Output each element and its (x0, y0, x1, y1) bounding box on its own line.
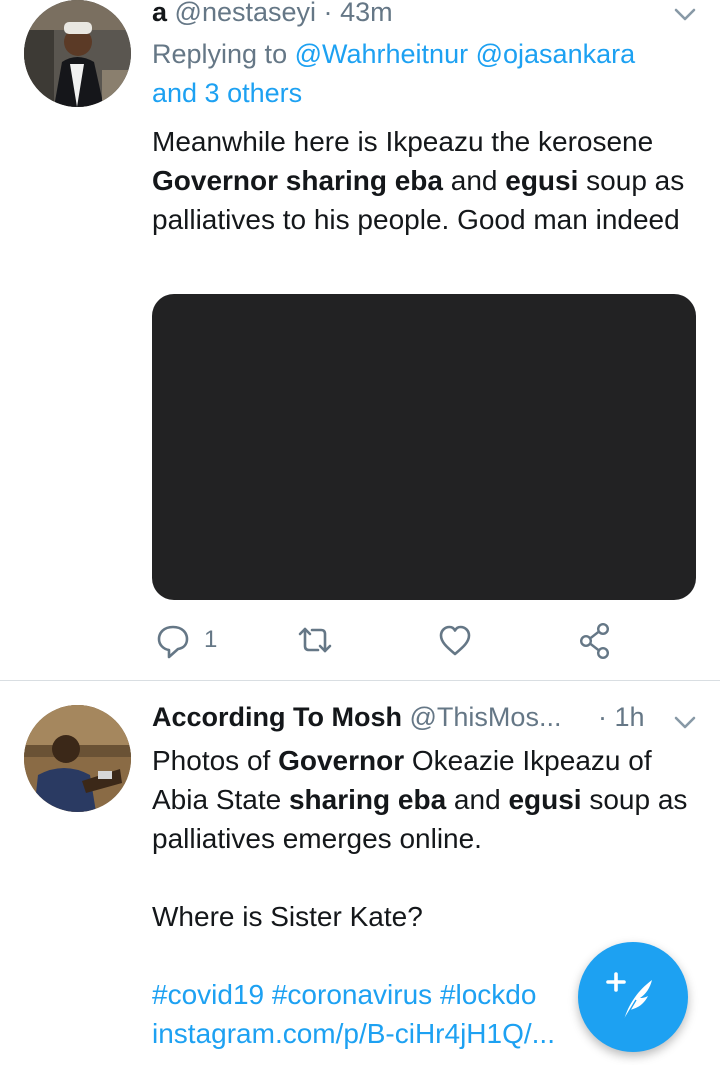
hashtag-link[interactable]: #covid19 #coronavirus #lockdo (152, 979, 536, 1010)
chevron-down-icon[interactable] (674, 716, 696, 730)
highlight-term: egusi (508, 784, 582, 815)
text-segment: Photos of (152, 745, 279, 776)
highlight-term: Governor sharing eba (152, 165, 443, 196)
tweet-header: a @nestaseyi · 43m (152, 0, 393, 32)
hashtags: #covid19 #coronavirus #lockdo (152, 975, 572, 1014)
timestamp: 43m (340, 0, 393, 27)
handle[interactable]: @nestaseyi (175, 0, 316, 27)
retweet-icon[interactable] (296, 620, 334, 660)
avatar[interactable] (24, 0, 131, 107)
tweet-time: · 1h (598, 697, 645, 737)
tweet-text: Meanwhile here is Ikpeazu the kerosene G… (152, 122, 700, 239)
handle[interactable]: @ThisMos... (410, 702, 562, 732)
highlight-term: Governor (278, 745, 405, 776)
media-image[interactable] (152, 294, 696, 600)
display-name[interactable]: According To Mosh (152, 702, 402, 732)
heart-icon[interactable] (438, 620, 472, 660)
text-segment: and (442, 165, 506, 196)
tweet[interactable]: a @nestaseyi · 43m Replying to @Wahrheit… (0, 0, 720, 680)
text-segment: Meanwhile here is Ikpeazu the kerosene (152, 126, 654, 157)
avatar-photo (24, 705, 131, 812)
replying-to-label: Replying to (152, 39, 288, 69)
timestamp: 1h (614, 702, 645, 732)
reply-icon[interactable] (156, 620, 190, 660)
reply-count: 1 (204, 626, 218, 653)
chevron-down-icon[interactable] (674, 8, 696, 22)
avatar[interactable] (24, 705, 131, 812)
mention-link[interactable]: @Wahrheitnur (295, 39, 468, 69)
highlight-term: sharing eba (288, 784, 447, 815)
mention-link[interactable]: @ojasankara (476, 39, 636, 69)
timeline: a @nestaseyi · 43m Replying to @Wahrheit… (0, 0, 720, 1065)
tweet-text-line: Where is Sister Kate? (152, 901, 423, 932)
reply-context: Replying to @Wahrheitnur @ojasankara and… (152, 35, 692, 113)
tweet-text: Photos of Governor Okeazie Ikpeazu of Ab… (152, 741, 700, 858)
separator: · (323, 0, 333, 27)
avatar-photo (24, 0, 131, 107)
display-name[interactable]: a (152, 0, 167, 27)
compose-tweet-button[interactable] (578, 942, 688, 1052)
separator: · (598, 702, 607, 732)
compose-tweet-icon (606, 972, 652, 1021)
others-link[interactable]: and 3 others (152, 78, 302, 108)
share-icon[interactable] (578, 620, 614, 660)
highlight-term: egusi (505, 165, 579, 196)
text-segment: and (446, 784, 509, 815)
url-link[interactable]: instagram.com/p/B-ciHr4jH1Q/... (152, 1018, 555, 1049)
tweet-header: According To Mosh @ThisMos... (152, 697, 561, 737)
